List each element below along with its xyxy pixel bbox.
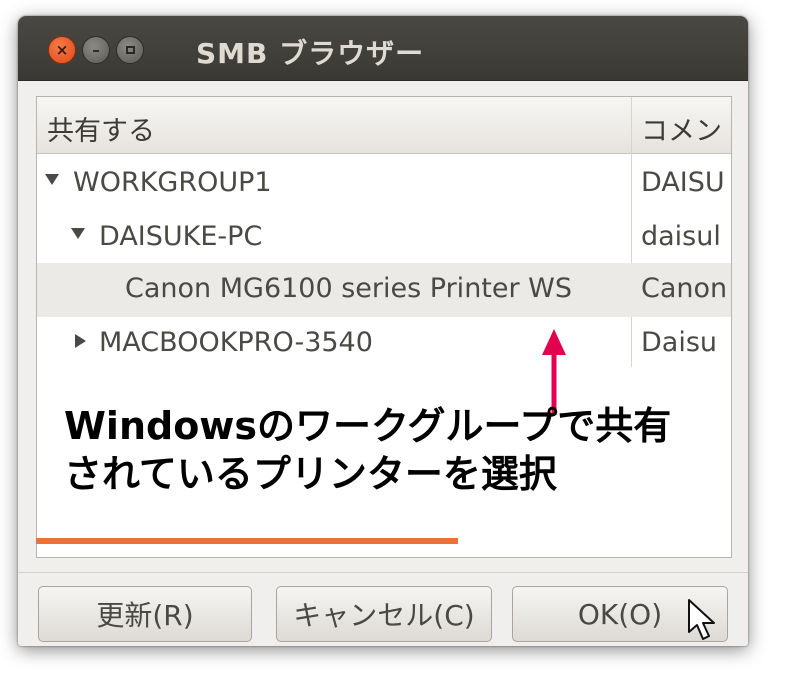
cancel-button[interactable]: キャンセル(C): [276, 586, 492, 642]
smb-browser-window: × – SMB ブラウザー 共有する コメン WORKGROUP1 DAISU …: [18, 16, 748, 646]
annotation-line-2: されているプリンターを選択: [64, 452, 557, 496]
minimize-icon: –: [92, 40, 100, 59]
title-bar[interactable]: × – SMB ブラウザー: [18, 16, 748, 81]
annotation-line-1: Windowsのワークグループで共有: [64, 404, 672, 448]
mouse-pointer-icon: [688, 599, 715, 640]
refresh-button[interactable]: 更新(R): [38, 586, 252, 642]
window-title: SMB ブラウザー: [196, 37, 425, 70]
maximize-icon: [125, 46, 135, 54]
maximize-button[interactable]: [116, 36, 144, 64]
close-button[interactable]: ×: [48, 36, 76, 64]
minimize-button[interactable]: –: [82, 36, 110, 64]
close-icon: ×: [55, 40, 69, 59]
progress-bar: [36, 538, 458, 544]
annotation-callout: Windowsのワークグループで共有 されているプリンターを選択: [64, 402, 671, 498]
divider: [18, 572, 748, 573]
